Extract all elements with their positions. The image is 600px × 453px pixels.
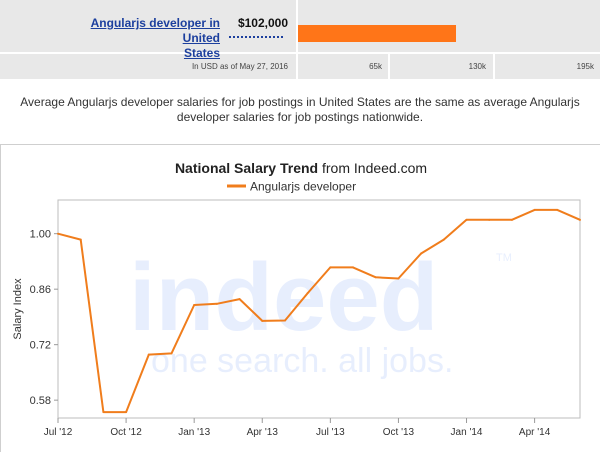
data-point [374,276,377,279]
data-point [261,319,264,322]
salary-bar [298,25,456,42]
scale-tick-195k: 195k [576,62,594,71]
data-point [488,218,491,221]
data-point [215,302,218,305]
data-point [442,238,445,241]
chart-svg: National Salary Trend from Indeed.com An… [12,160,581,438]
data-point [533,208,536,211]
salary-summary-table: Angularjs developer in United States $10… [0,0,600,80]
data-point [465,218,468,221]
comparison-line2: developer salaries for job postings nati… [176,110,424,124]
y-axis: 0.58 0.72 0.86 1.00 [30,229,58,407]
job-title-link[interactable]: Angularjs developer in United States [60,16,220,61]
comparison-text: Average Angularjs developer salaries for… [0,95,600,125]
x-tick-label: Oct '12 [110,427,142,438]
data-point [510,218,513,221]
y-tick-label: 0.58 [30,395,51,407]
x-tick-label: Jul '12 [44,427,73,438]
data-point [352,266,355,269]
data-point [170,352,173,355]
data-point [102,411,105,414]
x-tick-label: Jan '14 [451,427,483,438]
currency-note: In USD as of May 27, 2016 [191,62,288,71]
salary-underline [229,36,283,38]
y-tick-label: 0.72 [30,340,51,352]
watermark-logo: indeed [129,244,438,351]
chart-title-rest: from Indeed.com [318,160,427,176]
scale-tick-65k: 65k [369,62,382,71]
data-point [193,304,196,307]
data-point [579,218,581,221]
chart-title: National Salary Trend from Indeed.com [175,160,427,176]
salary-trend-chart: National Salary Trend from Indeed.com An… [0,144,600,452]
y-tick-label: 1.00 [30,229,51,241]
data-point [420,252,423,255]
x-tick-label: Apr '14 [519,427,551,438]
x-tick-label: Oct '13 [383,427,415,438]
job-title-line2[interactable]: States [184,46,220,60]
data-point [329,266,332,269]
x-axis: Jul '12 Oct '12 Jan '13 Apr '13 Jul '13 Oct '… [44,418,551,438]
chart-title-bold: National Salary Trend [175,160,318,176]
legend-label: Angularjs developer [250,180,356,194]
x-tick-label: Jul '13 [316,427,345,438]
data-point [306,292,309,295]
data-point [238,298,241,301]
data-point [79,238,82,241]
data-point [147,353,150,356]
salary-value: $102,000 [237,16,288,30]
y-axis-label: Salary Index [12,278,24,340]
watermark-tm: TM [496,252,512,264]
data-point [57,232,59,235]
comparison-line1: Average Angularjs developer salaries for… [20,95,580,109]
scale-tick-130k: 130k [468,62,486,71]
watermark-tagline: one search. all jobs. [151,342,453,380]
y-tick-label: 0.86 [30,284,51,296]
x-tick-label: Apr '13 [247,427,279,438]
data-point [556,208,559,211]
data-point [125,411,128,414]
data-point [397,277,400,280]
data-point [283,319,286,322]
job-title-line1[interactable]: Angularjs developer in United [91,16,220,45]
x-tick-label: Jan '13 [178,427,210,438]
